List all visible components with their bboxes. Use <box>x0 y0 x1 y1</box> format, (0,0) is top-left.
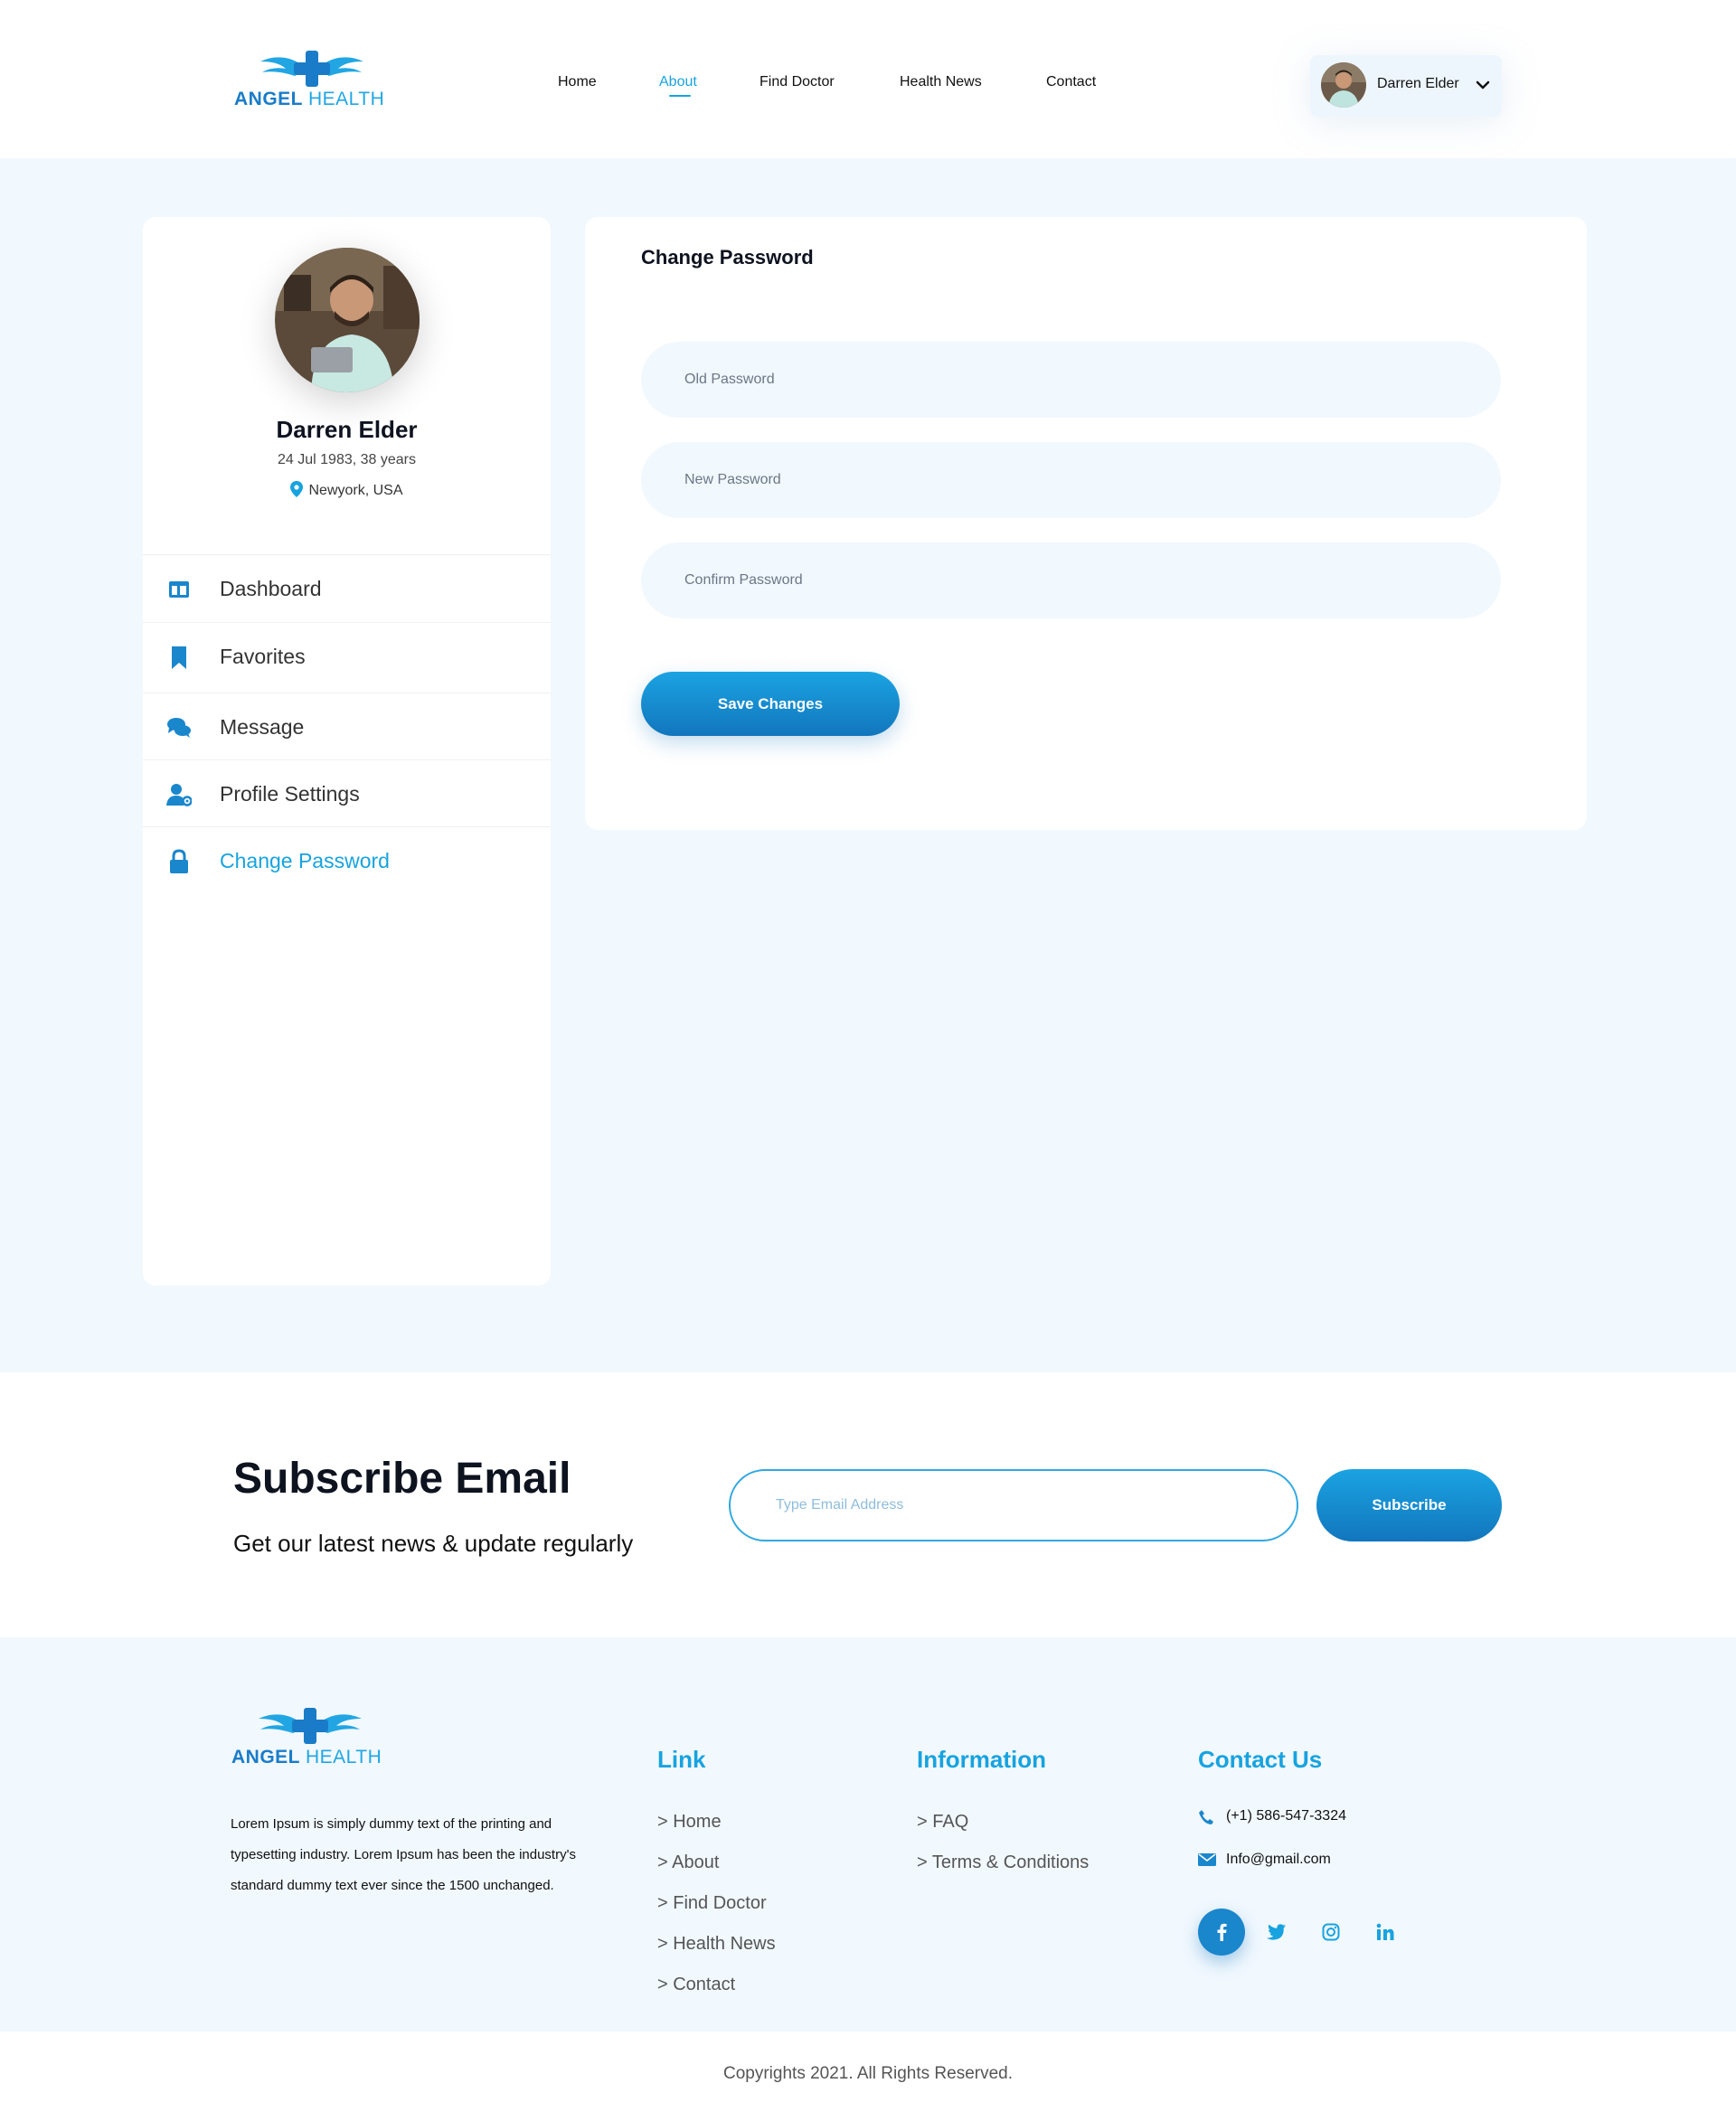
sidebar-item-favorites[interactable]: Favorites <box>143 622 551 690</box>
footer-contact-heading: Contact Us <box>1198 1746 1323 1773</box>
footer-link-about[interactable]: > About <box>657 1852 719 1873</box>
profile-name: Darren Elder <box>276 416 418 443</box>
subscribe-button[interactable]: Subscribe <box>1316 1469 1502 1541</box>
nav-find-doctor[interactable]: Find Doctor <box>760 74 835 90</box>
subscribe-description: Get our latest news & update regularly <box>233 1530 634 1557</box>
facebook-icon[interactable] <box>1198 1909 1245 1956</box>
footer-link-contact[interactable]: > Contact <box>657 1975 735 1995</box>
profile-location: Newyork, USA <box>143 481 551 499</box>
phone-icon <box>1199 1810 1213 1824</box>
change-password-card: Change Password Save Changes <box>585 217 1587 830</box>
brand-name: ANGEL HEALTH <box>234 89 385 109</box>
footer-link-home[interactable]: > Home <box>657 1812 722 1833</box>
logo-icon[interactable] <box>244 49 380 94</box>
footer-link-health-news[interactable]: > Health News <box>657 1934 776 1955</box>
sidebar-item-profile-settings[interactable]: Profile Settings <box>143 759 551 827</box>
lock-icon <box>170 849 188 873</box>
chat-icon <box>167 718 191 738</box>
instagram-icon[interactable] <box>1307 1909 1354 1956</box>
footer-brand-name: ANGEL HEALTH <box>231 1747 382 1768</box>
footer-link-terms[interactable]: > Terms & Conditions <box>917 1852 1089 1873</box>
location-pin-icon <box>290 481 304 497</box>
confirm-password-field[interactable] <box>641 542 1501 618</box>
profile-avatar <box>275 248 420 392</box>
footer-link-faq[interactable]: > FAQ <box>917 1812 968 1833</box>
old-password-field[interactable] <box>641 342 1501 418</box>
profile-dob: 24 Jul 1983, 38 years <box>278 452 416 467</box>
bookmark-icon <box>172 646 186 669</box>
copyright-text: Copyrights 2021. All Rights Reserved. <box>723 2064 1013 2083</box>
footer-info-heading: Information <box>917 1746 1046 1773</box>
nav-active-indicator <box>669 95 691 97</box>
mail-icon <box>1198 1853 1216 1866</box>
footer-about-text: Lorem Ipsum is simply dummy text of the … <box>231 1816 576 1893</box>
page-title: Change Password <box>641 246 814 269</box>
user-settings-icon <box>166 784 192 806</box>
new-password-field[interactable] <box>641 442 1501 518</box>
nav-home[interactable]: Home <box>558 74 597 90</box>
twitter-icon[interactable] <box>1252 1909 1299 1956</box>
footer-link-find-doctor[interactable]: > Find Doctor <box>657 1893 767 1914</box>
footer-logo-icon[interactable] <box>242 1706 378 1751</box>
site-header: ANGEL HEALTH Home About Find Doctor Heal… <box>0 0 1736 158</box>
subscribe-title: Subscribe Email <box>233 1455 571 1503</box>
nav-health-news[interactable]: Health News <box>900 74 982 90</box>
linkedin-icon[interactable] <box>1362 1909 1409 1956</box>
nav-about[interactable]: About <box>659 74 697 90</box>
subscribe-email-input[interactable] <box>729 1469 1298 1541</box>
nav-contact[interactable]: Contact <box>1046 74 1096 90</box>
save-changes-button[interactable]: Save Changes <box>641 672 900 736</box>
chevron-down-icon[interactable] <box>1475 79 1491 91</box>
user-name: Darren Elder <box>1377 76 1459 91</box>
sidebar-item-message[interactable]: Message <box>143 693 551 760</box>
sidebar-item-dashboard[interactable]: Dashboard <box>143 554 551 622</box>
sidebar-item-change-password[interactable]: Change Password <box>143 826 551 894</box>
footer-link-heading: Link <box>657 1746 706 1773</box>
avatar <box>1321 62 1366 108</box>
dashboard-icon <box>169 581 189 598</box>
site-footer: ANGEL HEALTH Lorem Ipsum is simply dummy… <box>0 1637 1736 2031</box>
profile-sidebar: Darren Elder 24 Jul 1983, 38 years Newyo… <box>143 217 551 1286</box>
user-menu[interactable]: Darren Elder <box>1310 55 1502 117</box>
subscribe-section: Subscribe Email Get our latest news & up… <box>0 1372 1736 1637</box>
